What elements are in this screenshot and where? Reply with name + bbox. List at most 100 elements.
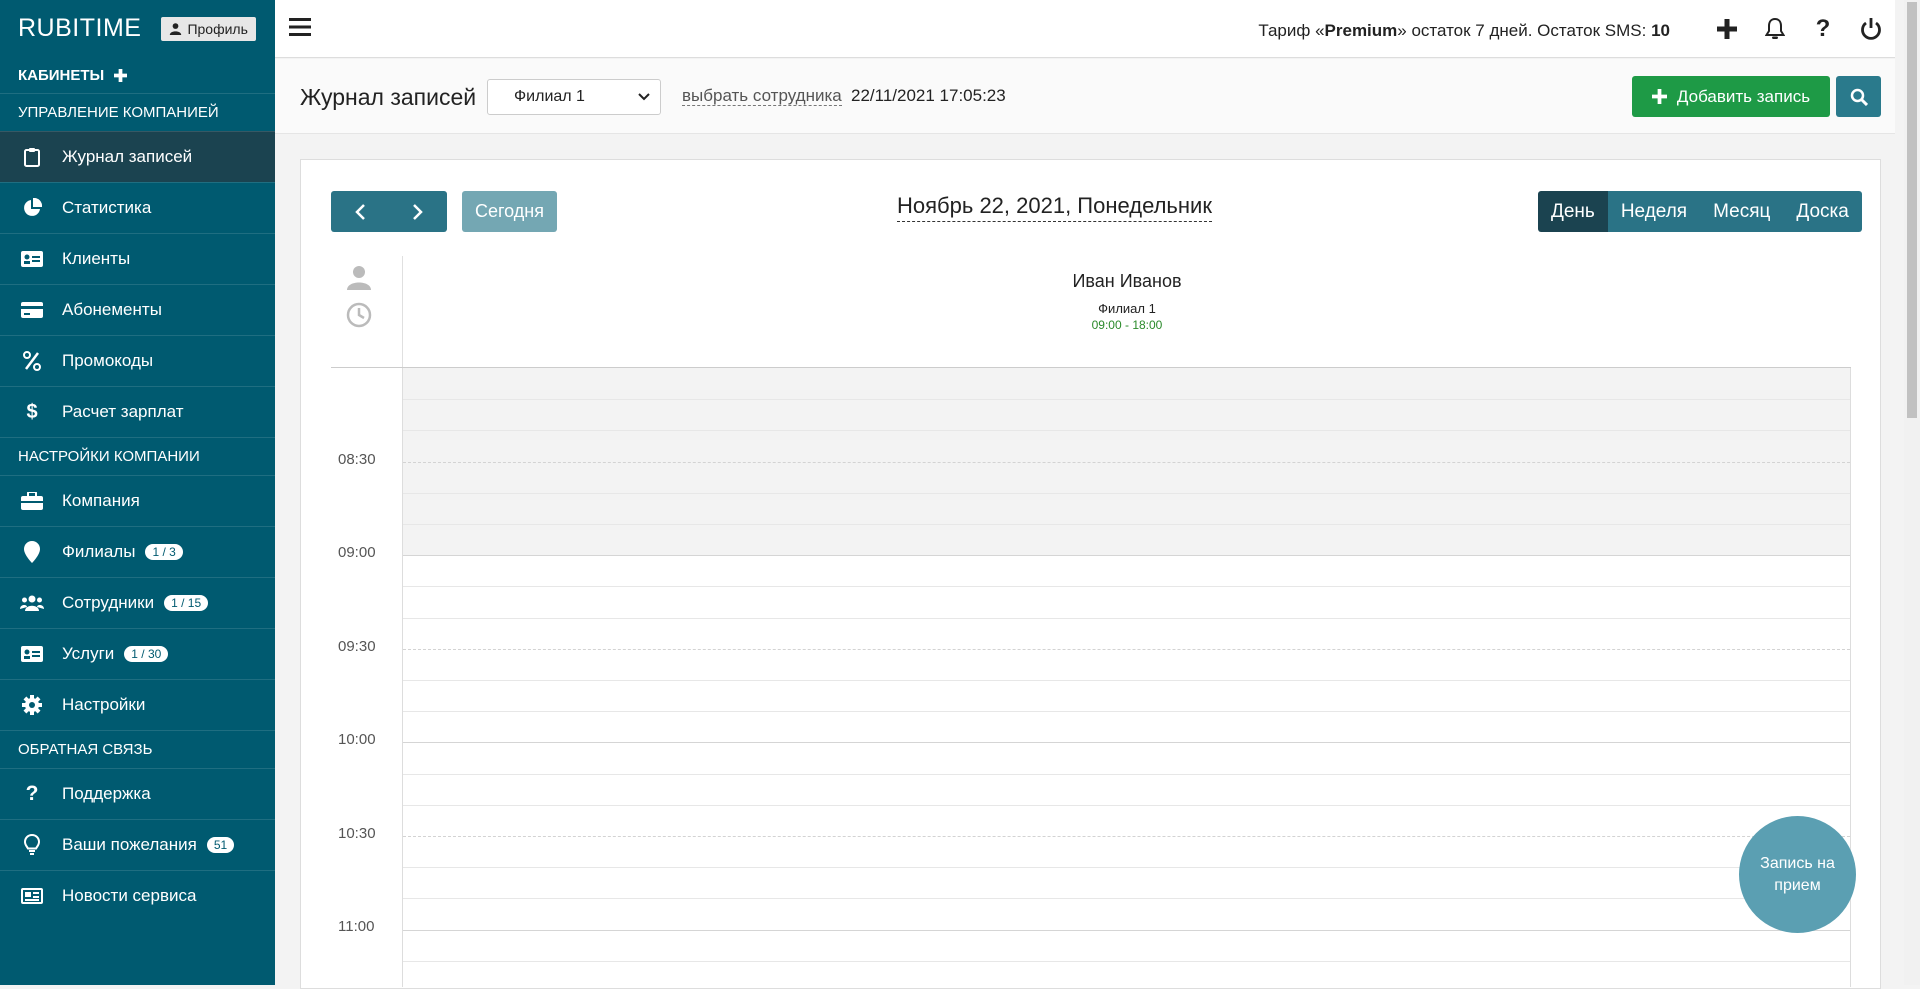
newspaper-icon	[20, 884, 44, 908]
page-header: Журнал записей Филиал 1 выбрать сотрудни…	[275, 59, 1895, 134]
plus-icon[interactable]	[1703, 14, 1751, 44]
employee-work-hours: 09:00 - 18:00	[1091, 318, 1163, 332]
sidebar-item-label: Абонементы	[62, 300, 162, 319]
id-card-icon	[20, 247, 44, 271]
sms-count: 10	[1651, 21, 1670, 40]
id-card-icon	[20, 642, 44, 666]
view-month[interactable]: Месяц	[1700, 191, 1784, 232]
plus-icon[interactable]	[114, 68, 128, 82]
slot-line	[403, 649, 1850, 650]
slot-line	[403, 555, 1850, 556]
user-icon	[170, 23, 182, 35]
employees-count-badge: 1 / 15	[164, 595, 209, 611]
slot-line	[403, 774, 1850, 775]
sidebar-item-news[interactable]: Новости сервиса	[0, 870, 275, 921]
slot-line	[403, 462, 1850, 463]
slot-line	[403, 836, 1850, 837]
next-day-button[interactable]	[389, 191, 447, 232]
sidebar-item-stats[interactable]: Статистика	[0, 182, 275, 233]
plus-icon	[1651, 89, 1667, 104]
percent-icon	[20, 349, 44, 373]
slot-line	[403, 493, 1850, 494]
sidebar-item-settings[interactable]: Настройки	[0, 679, 275, 730]
sidebar-item-label: Расчет зарплат	[62, 402, 184, 421]
help-icon[interactable]: ?	[1799, 14, 1847, 44]
sidebar-item-journal[interactable]: Журнал записей	[0, 131, 275, 182]
sidebar: RUBITIME Профиль КАБИНЕТЫ УПРАВЛЕНИЕ КОМ…	[0, 0, 275, 985]
clipboard-icon	[20, 145, 44, 169]
tariff-suffix: » остаток 7 дней. Остаток SMS:	[1397, 21, 1652, 40]
view-week[interactable]: Неделя	[1607, 191, 1701, 232]
employee-header-side	[331, 256, 402, 367]
chevron-left-icon	[355, 203, 365, 220]
hamburger-menu-icon[interactable]	[289, 18, 311, 41]
bell-icon[interactable]	[1751, 14, 1799, 44]
page-scrollbar[interactable]	[1904, 0, 1920, 985]
map-marker-icon	[20, 540, 44, 564]
sidebar-item-wishes[interactable]: Ваши пожелания 51	[0, 819, 275, 870]
profile-label: Профиль	[187, 20, 248, 37]
chevron-down-icon	[638, 93, 650, 101]
sidebar-item-label: Услуги	[62, 644, 115, 663]
view-day[interactable]: День	[1538, 191, 1608, 232]
sidebar-item-subscriptions[interactable]: Абонементы	[0, 284, 275, 335]
pie-chart-icon	[20, 196, 44, 220]
employee-slots-column[interactable]	[402, 368, 1851, 987]
sidebar-item-label: Клиенты	[62, 249, 131, 268]
services-count-badge: 1 / 30	[124, 646, 169, 662]
slot-line	[403, 742, 1850, 743]
book-appointment-widget-button[interactable]: Запись на прием	[1739, 816, 1856, 933]
scrollbar-thumb[interactable]	[1907, 2, 1917, 418]
slot-line	[403, 805, 1850, 806]
prev-day-button[interactable]	[331, 191, 389, 232]
view-switcher: День Неделя Месяц Доска	[1538, 191, 1862, 232]
sidebar-item-label: Филиалы	[62, 542, 136, 561]
employee-column-header: Иван Иванов Филиал 1 09:00 - 18:00	[402, 256, 1851, 367]
cabinets-label: КАБИНЕТЫ	[18, 66, 105, 84]
power-icon[interactable]	[1847, 14, 1895, 44]
section-feedback: ОБРАТНАЯ СВЯЗЬ	[0, 730, 275, 768]
sidebar-item-support[interactable]: ? Поддержка	[0, 768, 275, 819]
clock-icon	[346, 302, 372, 328]
sidebar-item-employees[interactable]: Сотрудники 1 / 15	[0, 577, 275, 628]
slot-line	[403, 961, 1850, 962]
sidebar-item-salary[interactable]: $ Расчет зарплат	[0, 386, 275, 437]
sidebar-item-promocodes[interactable]: Промокоды	[0, 335, 275, 386]
profile-button[interactable]: Профиль	[161, 16, 256, 41]
sidebar-item-label: Новости сервиса	[62, 886, 197, 905]
time-label: 10:00	[338, 731, 376, 748]
briefcase-icon	[20, 489, 44, 513]
gear-icon	[20, 693, 44, 717]
employee-branch: Филиал 1	[1098, 301, 1156, 316]
page-title: Журнал записей	[300, 84, 477, 110]
question-icon: ?	[25, 782, 39, 805]
calendar-date-title[interactable]: Ноябрь 22, 2021, Понедельник	[897, 193, 1212, 222]
add-record-label: Добавить запись	[1676, 86, 1811, 106]
sidebar-item-clients[interactable]: Клиенты	[0, 233, 275, 284]
slot-line	[403, 430, 1850, 431]
time-label: 10:30	[338, 825, 376, 842]
add-record-button[interactable]: Добавить запись	[1632, 76, 1830, 117]
employee-name[interactable]: Иван Иванов	[403, 271, 1851, 292]
chevron-right-icon	[413, 203, 423, 220]
slot-line	[403, 867, 1850, 868]
top-bar: Тариф «Premium» остаток 7 дней. Остаток …	[275, 0, 1895, 58]
time-axis: 08:30 09:00 09:30 10:00 10:30 11:00	[331, 368, 402, 987]
time-label: 09:30	[338, 638, 376, 655]
view-board[interactable]: Доска	[1783, 191, 1862, 232]
current-datetime: 22/11/2021 17:05:23	[851, 86, 1006, 105]
sidebar-item-services[interactable]: Услуги 1 / 30	[0, 628, 275, 679]
dollar-icon: $	[26, 400, 38, 423]
slot-line	[403, 680, 1850, 681]
search-button[interactable]	[1836, 76, 1881, 117]
tariff-info: Тариф «Premium» остаток 7 дней. Остаток …	[1258, 21, 1670, 41]
time-label: 08:30	[338, 451, 376, 468]
select-employee-link[interactable]: выбрать сотрудника	[682, 87, 842, 106]
sidebar-item-branches[interactable]: Филиалы 1 / 3	[0, 526, 275, 577]
branch-select[interactable]: Филиал 1	[487, 79, 661, 115]
time-grid: 08:30 09:00 09:30 10:00 10:30 11:00	[331, 367, 1851, 987]
cabinets-header[interactable]: КАБИНЕТЫ	[0, 57, 275, 93]
today-button[interactable]: Сегодня	[462, 191, 557, 232]
slot-line	[403, 898, 1850, 899]
sidebar-item-company[interactable]: Компания	[0, 475, 275, 526]
